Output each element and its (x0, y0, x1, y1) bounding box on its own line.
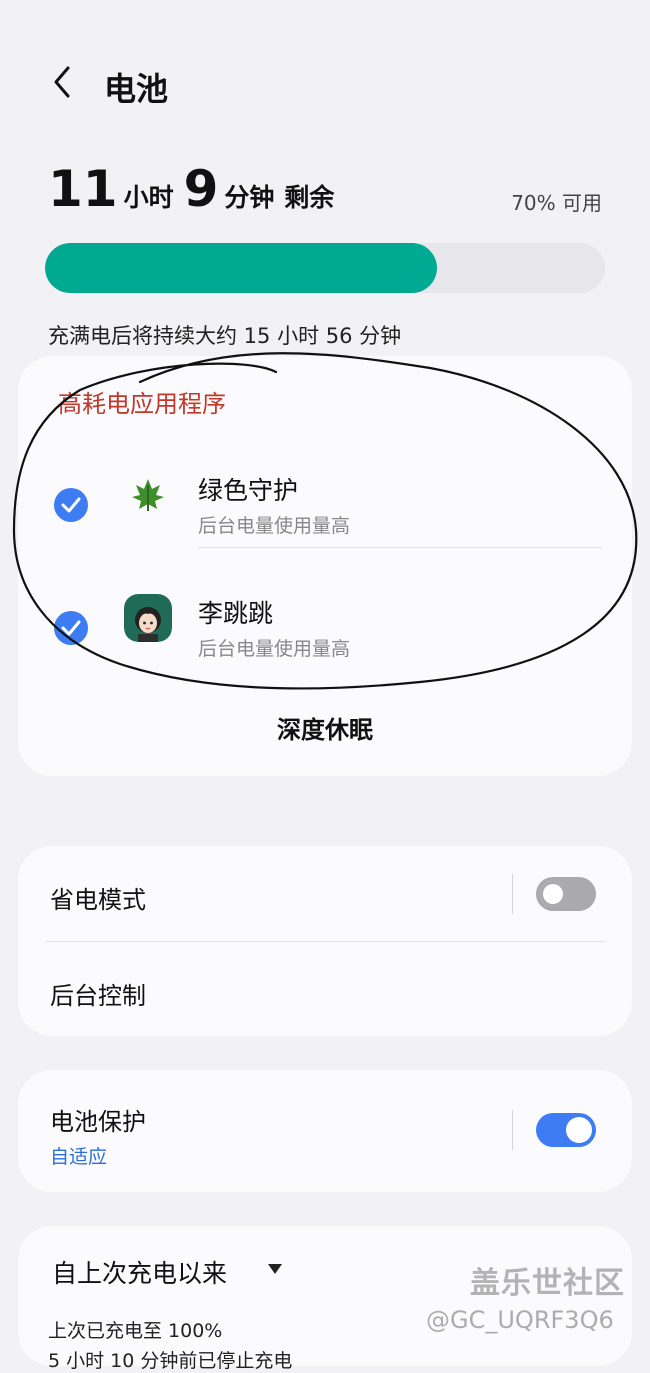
settings-card: 省电模式 后台控制 (18, 846, 632, 1036)
hours-value: 11 (48, 160, 118, 218)
power-saving-toggle[interactable] (536, 877, 596, 911)
app-row-lijumpjump[interactable]: 李跳跳 后台电量使用量高 (18, 584, 632, 694)
last-charged-text: 上次已充电至 100% (48, 1320, 223, 1342)
separator (512, 874, 513, 914)
app-name: 绿色守护 (198, 476, 299, 505)
app-row-green[interactable]: 绿色守护 后台电量使用量高 (18, 461, 632, 571)
power-saving-label[interactable]: 省电模式 (50, 880, 146, 915)
battery-protection-label: 电池保护 (50, 1108, 146, 1136)
leaf-icon (124, 471, 172, 519)
checkbox[interactable] (54, 488, 88, 522)
toggle-knob (540, 881, 566, 907)
high-usage-card: 高耗电应用程序 绿色守护 后台电量使用量高 李跳跳 后台电量使用量高 深度休眠 (18, 356, 632, 776)
page-title: 电池 (104, 70, 169, 108)
protection-mode: 自适应 (50, 1146, 108, 1168)
checkbox[interactable] (54, 611, 88, 645)
since-last-charge-dropdown[interactable]: 自上次充电以来 (52, 1254, 227, 1290)
app-usage-note: 后台电量使用量高 (198, 638, 351, 660)
watermark-user: @GC_UQRF3Q6 (426, 1306, 614, 1334)
remaining-label: 剩余 (284, 183, 335, 212)
check-icon (61, 497, 81, 513)
check-icon (61, 620, 81, 636)
divider (46, 941, 606, 942)
app-header: 电池 (0, 40, 650, 130)
deep-sleep-button[interactable]: 深度休眠 (18, 710, 632, 745)
app-name: 李跳跳 (198, 599, 274, 628)
battery-protection-card[interactable]: 电池保护 自适应 (18, 1070, 632, 1192)
chevron-left-icon (54, 66, 70, 98)
dropdown-arrow-icon[interactable] (268, 1264, 282, 1274)
charging-stopped-text: 5 小时 10 分钟前已停止充电 (48, 1350, 293, 1372)
section-title: 高耗电应用程序 (58, 390, 226, 418)
minutes-value: 9 (183, 160, 219, 218)
battery-level-bar (45, 243, 605, 293)
girl-avatar-icon (124, 594, 172, 642)
hours-unit: 小时 (123, 183, 174, 212)
separator (512, 1110, 513, 1150)
app-usage-note: 后台电量使用量高 (198, 515, 351, 537)
back-button[interactable] (44, 62, 84, 102)
watermark-brand: 盖乐世社区 (470, 1266, 625, 1301)
divider (198, 547, 602, 548)
battery-summary: 11 小时 9 分钟 剩余 70% 可用 (48, 160, 608, 220)
battery-protection-toggle[interactable] (536, 1113, 596, 1147)
background-limits-item[interactable]: 后台控制 (50, 976, 146, 1011)
toggle-knob (566, 1117, 592, 1143)
available-percent: 70% 可用 (511, 191, 602, 215)
full-charge-estimate: 充满电后将持续大约 15 小时 56 分钟 (48, 324, 402, 348)
minutes-unit: 分钟 (224, 183, 275, 212)
battery-level-fill (45, 243, 437, 293)
